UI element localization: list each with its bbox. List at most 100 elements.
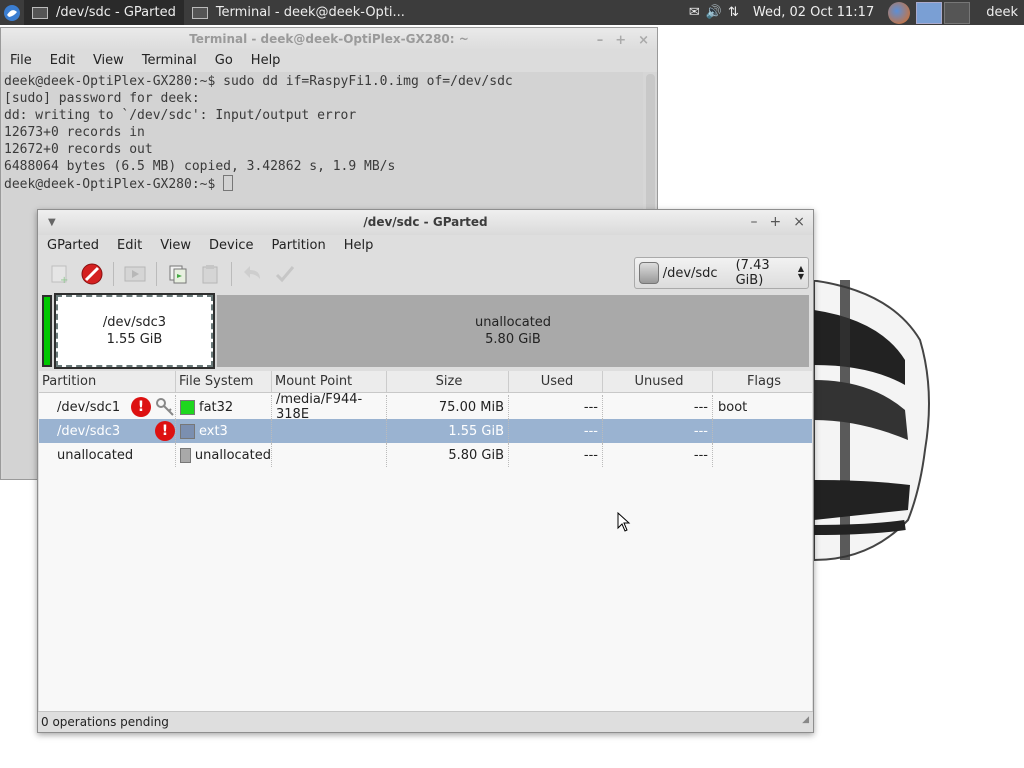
taskbar-button-gparted[interactable]: /dev/sdc - GParted: [24, 0, 184, 25]
terminal-line: 12672+0 records out: [4, 142, 153, 157]
paste-button[interactable]: [196, 260, 224, 288]
cell-used: ---: [509, 443, 603, 467]
apply-button[interactable]: [271, 260, 299, 288]
partition-name: /dev/sdc3: [57, 423, 121, 439]
top-panel: /dev/sdc - GParted Terminal - deek@deek-…: [0, 0, 1024, 25]
resize-grip-icon[interactable]: ◢: [802, 710, 809, 730]
undo-button[interactable]: [239, 260, 267, 288]
menu-device[interactable]: Device: [200, 235, 262, 257]
copy-button[interactable]: [164, 260, 192, 288]
minimize-button[interactable]: –: [751, 210, 758, 235]
firefox-icon[interactable]: [888, 1, 911, 24]
table-row[interactable]: /dev/sdc1 ! fat32 /media/F944-318E 75.00…: [39, 392, 812, 422]
gparted-titlebar[interactable]: ▼ /dev/sdc - GParted – + ×: [38, 210, 813, 235]
filesystem-color-swatch: [180, 423, 195, 439]
menu-partition[interactable]: Partition: [263, 235, 335, 257]
volume-icon[interactable]: 🔊: [706, 5, 722, 20]
harddisk-icon: [639, 262, 659, 284]
menu-view[interactable]: View: [151, 235, 200, 257]
cell-mountpoint: [272, 419, 387, 443]
apply-check-icon: [275, 266, 295, 283]
toolbar-separator: [156, 262, 157, 286]
column-header-used[interactable]: Used: [509, 371, 603, 392]
menu-file[interactable]: File: [1, 50, 41, 72]
resize-icon: [124, 266, 146, 282]
cell-unused: ---: [603, 443, 713, 467]
partition-map-sdc1[interactable]: [42, 295, 52, 367]
cell-used: ---: [509, 419, 603, 443]
maximize-button[interactable]: +: [615, 30, 626, 52]
filesystem-name: unallocated: [194, 447, 271, 463]
workspace-switcher[interactable]: [916, 1, 971, 24]
menu-edit[interactable]: Edit: [41, 50, 84, 72]
column-header-flags[interactable]: Flags: [713, 371, 812, 392]
partition-map: /dev/sdc3 1.55 GiB unallocated 5.80 GiB: [42, 293, 809, 369]
gparted-window: ▼ /dev/sdc - GParted – + × GParted Edit …: [37, 209, 814, 733]
cell-partition: /dev/sdc3 !: [39, 419, 176, 443]
minimize-button[interactable]: –: [597, 30, 604, 52]
cell-filesystem: unallocated: [176, 443, 272, 467]
terminal-line: 6488064 bytes (6.5 MB) copied, 3.42862 s…: [4, 159, 396, 174]
column-header-size[interactable]: Size: [387, 371, 509, 392]
column-header-mountpoint[interactable]: Mount Point: [272, 371, 387, 392]
menu-go[interactable]: Go: [206, 50, 242, 72]
maximize-button[interactable]: +: [770, 210, 782, 235]
key-lock-icon: [155, 397, 175, 417]
table-row[interactable]: unallocated unallocated 5.80 GiB --- ---: [39, 443, 812, 467]
filesystem-name: fat32: [199, 399, 234, 415]
cell-flags: [713, 443, 812, 467]
table-header: Partition File System Mount Point Size U…: [39, 371, 812, 393]
delete-partition-button[interactable]: [78, 260, 106, 288]
partition-name: unallocated: [57, 447, 134, 463]
taskbar-button-terminal[interactable]: Terminal - deek@deek-Opti...: [184, 0, 413, 25]
column-header-filesystem[interactable]: File System: [176, 371, 272, 392]
window-icon: [32, 6, 48, 19]
table-row-selected[interactable]: /dev/sdc3 ! ext3 1.55 GiB --- ---: [39, 419, 812, 443]
partition-map-size: 1.55 GiB: [106, 332, 163, 347]
terminal-line: 12673+0 records in: [4, 125, 145, 140]
menu-gparted[interactable]: GParted: [38, 235, 108, 257]
cell-filesystem: fat32: [176, 395, 272, 419]
partition-map-sdc3[interactable]: /dev/sdc3 1.55 GiB: [54, 293, 215, 369]
user-name[interactable]: deek: [976, 5, 1018, 20]
toolbar-separator: [231, 262, 232, 286]
clock[interactable]: Wed, 02 Oct 11:17: [745, 5, 882, 20]
network-icon[interactable]: ⇅: [728, 5, 739, 20]
cell-flags: boot: [718, 399, 748, 415]
close-button[interactable]: ×: [638, 30, 649, 52]
device-size: (7.43 GiB): [735, 258, 770, 288]
cell-mountpoint: /media/F944-318E: [272, 392, 387, 422]
cell-flags: [713, 419, 812, 443]
menu-help[interactable]: Help: [335, 235, 383, 257]
taskbar-label: Terminal - deek@deek-Opti...: [215, 5, 405, 20]
new-icon: +: [51, 265, 68, 284]
window-menu-icon[interactable]: ▼: [48, 210, 56, 235]
device-selector[interactable]: /dev/sdc (7.43 GiB) ▲ ▼: [634, 257, 809, 289]
resize-move-button[interactable]: [121, 260, 149, 288]
menu-edit[interactable]: Edit: [108, 235, 151, 257]
menu-terminal[interactable]: Terminal: [133, 50, 206, 72]
xfce-menu-icon[interactable]: [0, 0, 24, 25]
partition-table: Partition File System Mount Point Size U…: [39, 371, 812, 711]
column-header-unused[interactable]: Unused: [603, 371, 713, 392]
menu-help[interactable]: Help: [242, 50, 290, 72]
window-title: Terminal - deek@deek-OptiPlex-GX280: ~: [189, 32, 469, 46]
new-partition-button[interactable]: +: [46, 260, 74, 288]
warning-icon: !: [155, 421, 175, 441]
taskbar-label: /dev/sdc - GParted: [56, 5, 176, 20]
partition-map-unallocated[interactable]: unallocated 5.80 GiB: [217, 295, 809, 367]
cell-unused: ---: [603, 395, 713, 419]
terminal-titlebar[interactable]: Terminal - deek@deek-OptiPlex-GX280: ~ –…: [1, 28, 657, 50]
close-button[interactable]: ×: [793, 210, 805, 235]
cell-size: 75.00 MiB: [387, 395, 509, 419]
filesystem-color-swatch: [180, 447, 191, 463]
mail-icon[interactable]: ✉: [689, 5, 700, 20]
partition-map-label: unallocated: [474, 315, 552, 330]
gparted-menubar: GParted Edit View Device Partition Help: [38, 235, 813, 257]
terminal-prompt: deek@deek-OptiPlex-GX280:~$: [4, 177, 224, 192]
filesystem-name: ext3: [199, 423, 228, 439]
toolbar-separator: [113, 262, 114, 286]
cell-partition: unallocated: [39, 443, 176, 467]
menu-view[interactable]: View: [84, 50, 133, 72]
column-header-partition[interactable]: Partition: [39, 371, 176, 392]
